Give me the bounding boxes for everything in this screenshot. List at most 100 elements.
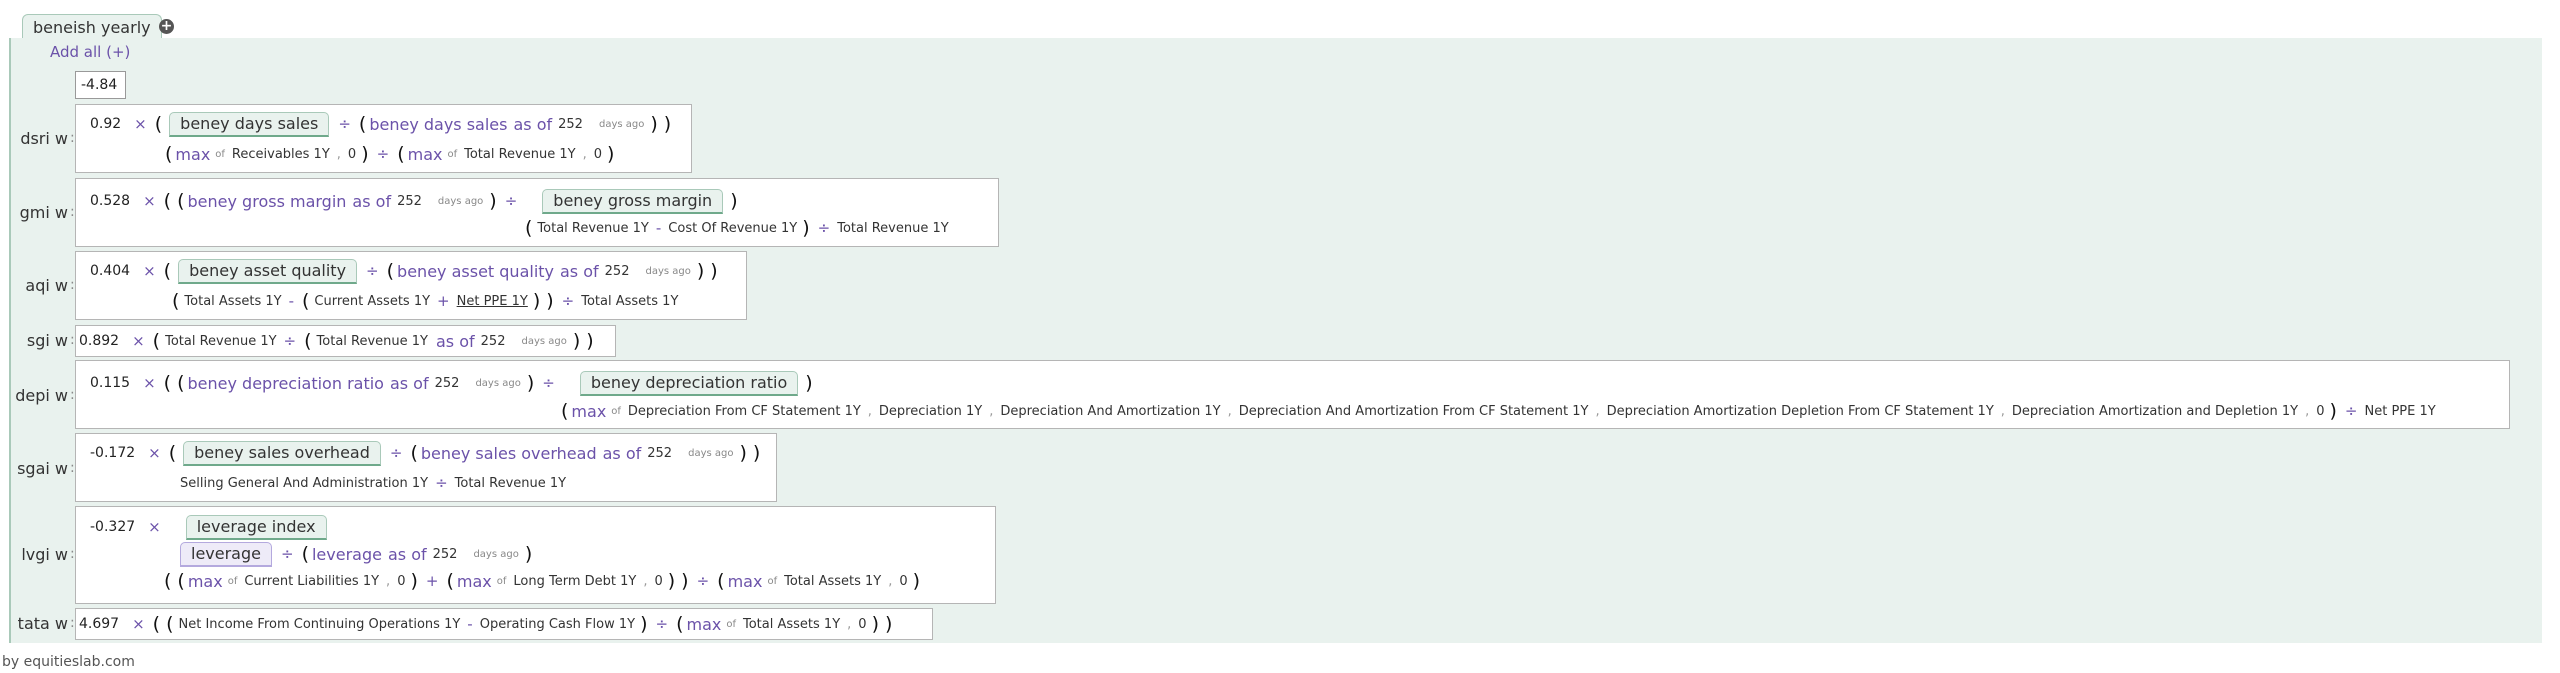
hist-dsri[interactable]: beney days sales: [369, 115, 507, 134]
div-op: ÷: [2344, 402, 2358, 420]
term[interactable]: Receivables 1Y: [232, 147, 330, 162]
tab-beneish-yearly[interactable]: beneish yearly: [22, 14, 162, 39]
coef-tata: 4.697: [79, 616, 120, 632]
days-value[interactable]: 252: [397, 194, 422, 209]
row-colon: :: [70, 130, 75, 146]
term[interactable]: Operating Cash Flow 1Y: [480, 617, 635, 632]
row-label-sgai: sgai w: [17, 459, 68, 478]
term[interactable]: Net PPE 1Y: [457, 294, 528, 309]
max-fn: max: [686, 614, 722, 634]
paren: (: [152, 613, 161, 635]
paren: (: [177, 372, 185, 394]
zero[interactable]: 0: [397, 574, 405, 589]
term[interactable]: Total Assets 1Y: [184, 294, 281, 309]
hist-gmi[interactable]: beney gross margin: [188, 192, 347, 211]
coef-dsri: 0.92: [90, 116, 122, 132]
term[interactable]: Current Assets 1Y: [314, 294, 430, 309]
days-value[interactable]: 252: [605, 264, 630, 279]
days-value[interactable]: 252: [435, 376, 460, 391]
div-op: ÷: [389, 444, 403, 462]
row-colon: :: [70, 546, 75, 562]
div-op: ÷: [366, 262, 379, 280]
chip-sgai[interactable]: beney sales overhead: [183, 440, 381, 466]
div-op: ÷: [542, 374, 555, 392]
term[interactable]: Depreciation Amortization Depletion From…: [1607, 404, 1994, 419]
term[interactable]: Total Revenue 1Y: [317, 334, 428, 349]
as-of: as of: [387, 544, 427, 564]
term[interactable]: Depreciation From CF Statement 1Y: [628, 404, 861, 419]
paren: (: [301, 543, 309, 565]
add-all-link[interactable]: Add all (+): [50, 43, 130, 61]
term[interactable]: Total Assets 1Y: [581, 294, 678, 309]
formula-box-sgai: -0.172 × ( beney sales overhead ÷ ( bene…: [75, 433, 777, 502]
chip-aqi[interactable]: beney asset quality: [178, 258, 358, 284]
paren: ): [361, 143, 369, 165]
minus-op: -: [467, 615, 473, 633]
hist-depi[interactable]: beney depreciation ratio: [188, 374, 384, 393]
paren: ): [696, 260, 705, 282]
div-op: ÷: [561, 292, 575, 310]
term[interactable]: Net PPE 1Y: [2365, 404, 2436, 419]
chip-dsri[interactable]: beney days sales: [169, 111, 330, 137]
row-colon: :: [70, 332, 75, 348]
term[interactable]: Total Revenue 1Y: [837, 221, 948, 236]
paren: (: [358, 113, 367, 135]
days-value[interactable]: 252: [481, 334, 506, 349]
formula-box-gmi: 0.528 × ( ( beney gross margin as of 252…: [75, 178, 999, 247]
term[interactable]: Total Revenue 1Y: [464, 147, 575, 162]
zero[interactable]: 0: [2316, 404, 2324, 419]
term[interactable]: Long Term Debt 1Y: [513, 574, 636, 589]
row-colon: :: [70, 387, 75, 403]
times-op: ×: [134, 115, 147, 133]
days-value[interactable]: 252: [558, 117, 583, 132]
comma: ,: [336, 146, 341, 162]
zero[interactable]: 0: [348, 147, 356, 162]
times-op: ×: [143, 262, 156, 280]
formula-box-sgi: 0.892 × ( Total Revenue 1Y ÷ ( Total Rev…: [75, 325, 616, 357]
div-op: ÷: [435, 474, 448, 492]
term[interactable]: Depreciation And Amortization 1Y: [1000, 404, 1220, 419]
footer-credit: by equitieslab.com: [2, 654, 135, 670]
term[interactable]: Current Liabilities 1Y: [244, 574, 379, 589]
add-tab-icon[interactable]: +: [159, 19, 174, 34]
paren: (: [410, 442, 418, 464]
hist-leverage[interactable]: leverage: [312, 545, 382, 564]
days-value[interactable]: 252: [647, 446, 672, 461]
term[interactable]: Depreciation Amortization and Depletion …: [2012, 404, 2298, 419]
div-op: ÷: [504, 192, 518, 210]
paren: ): [532, 290, 541, 312]
comma: ,: [888, 573, 893, 589]
term[interactable]: Total Assets 1Y: [784, 574, 881, 589]
hist-sgai[interactable]: beney sales overhead: [421, 444, 597, 463]
days-value[interactable]: 252: [433, 547, 458, 562]
hist-aqi[interactable]: beney asset quality: [397, 262, 554, 281]
zero[interactable]: 0: [858, 617, 866, 632]
term[interactable]: Cost Of Revenue 1Y: [668, 221, 797, 236]
paren: (: [676, 613, 684, 635]
paren: ): [586, 330, 594, 352]
zero[interactable]: 0: [594, 147, 602, 162]
div-op: ÷: [283, 332, 297, 350]
zero[interactable]: 0: [654, 574, 662, 589]
chip-leverage[interactable]: leverage: [180, 541, 272, 567]
minus-op: -: [288, 292, 294, 310]
term[interactable]: Total Revenue 1Y: [455, 476, 566, 491]
as-of: as of: [436, 331, 475, 351]
coef-lvgi: -0.327: [90, 519, 136, 535]
paren: ): [739, 442, 747, 464]
term[interactable]: Net Income From Continuing Operations 1Y: [179, 617, 461, 632]
term[interactable]: Total Revenue 1Y: [165, 334, 276, 349]
term[interactable]: Depreciation 1Y: [879, 404, 982, 419]
div-op: ÷: [280, 545, 294, 563]
chip-gmi[interactable]: beney gross margin: [542, 188, 724, 214]
zero[interactable]: 0: [899, 574, 907, 589]
chip-depi[interactable]: beney depreciation ratio: [579, 370, 799, 396]
formula-box-depi: 0.115 × ( ( beney depreciation ratio as …: [75, 360, 2510, 429]
term[interactable]: Total Revenue 1Y: [537, 221, 648, 236]
term[interactable]: Total Assets 1Y: [743, 617, 840, 632]
term[interactable]: Selling General And Administration 1Y: [180, 476, 428, 491]
chip-lvgi[interactable]: leverage index: [185, 514, 327, 540]
max-fn: max: [187, 571, 223, 591]
of-label: of: [767, 575, 778, 587]
term[interactable]: Depreciation And Amortization From CF St…: [1239, 404, 1589, 419]
